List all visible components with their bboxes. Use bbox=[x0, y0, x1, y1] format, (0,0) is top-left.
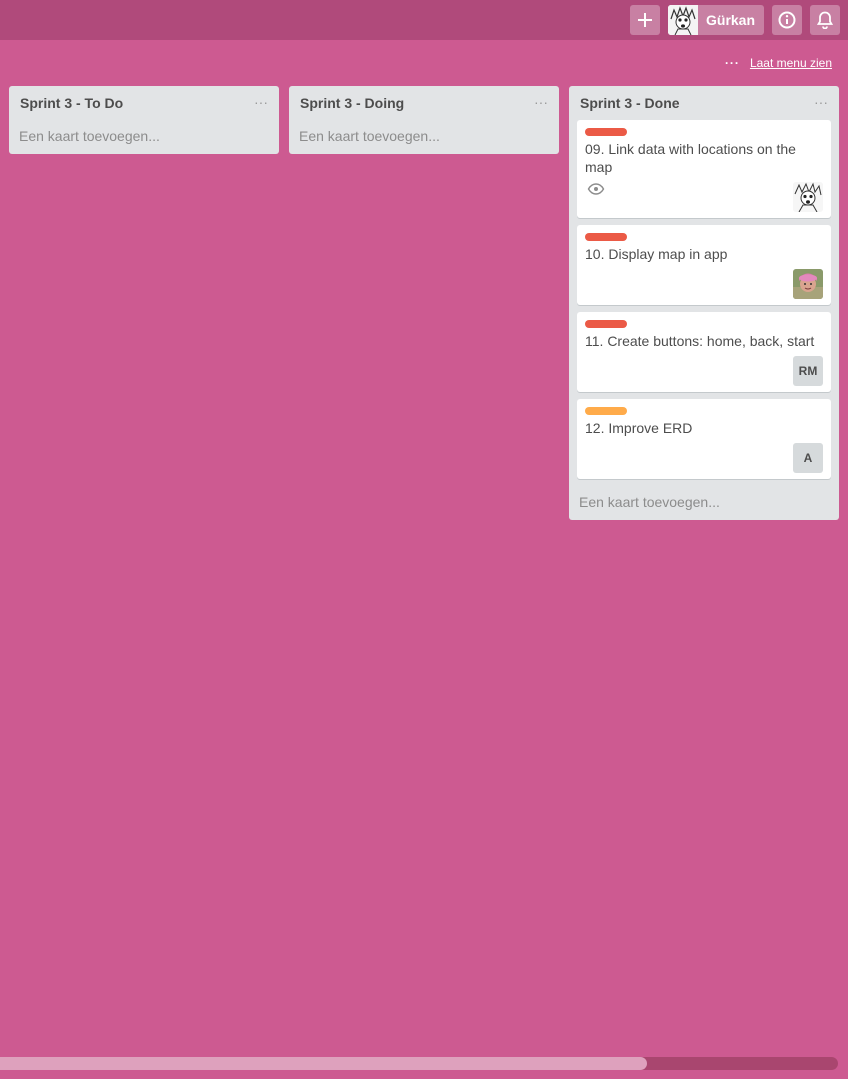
card-title: 09. Link data with locations on the map bbox=[585, 141, 796, 175]
card-item[interactable]: 10. Display map in app bbox=[577, 225, 831, 305]
card-label-red bbox=[585, 128, 627, 136]
card-title: 12. Improve ERD bbox=[585, 420, 693, 436]
card-list: 09. Link data with locations on the map bbox=[569, 120, 839, 479]
list-title: Sprint 3 - Done bbox=[580, 95, 680, 111]
list-menu-icon[interactable]: ··· bbox=[811, 92, 831, 112]
show-menu-link[interactable]: ··· Laat menu zien bbox=[725, 55, 832, 71]
list-header: Sprint 3 - Doing ··· bbox=[289, 86, 559, 120]
card-badges bbox=[585, 263, 823, 299]
card-badges: A bbox=[585, 437, 823, 473]
card-badges bbox=[585, 176, 823, 212]
card-label-red bbox=[585, 233, 627, 241]
card-item[interactable]: 12. Improve ERD A bbox=[577, 399, 831, 479]
list-header: Sprint 3 - Done ··· bbox=[569, 86, 839, 120]
list-menu-icon[interactable]: ··· bbox=[531, 92, 551, 112]
card-badges: RM bbox=[585, 350, 823, 386]
card-member-avatar[interactable] bbox=[793, 269, 823, 299]
header-bar: Gürkan bbox=[0, 0, 848, 40]
add-card-link[interactable]: Een kaart toevoegen... bbox=[569, 486, 839, 520]
card-member-initials[interactable]: RM bbox=[793, 356, 823, 386]
list-header: Sprint 3 - To Do ··· bbox=[9, 86, 279, 120]
card-title: 11. Create buttons: home, back, start bbox=[585, 333, 815, 349]
add-button[interactable] bbox=[630, 5, 660, 35]
watching-eye-icon bbox=[587, 183, 605, 195]
card-member-initials[interactable]: A bbox=[793, 443, 823, 473]
list-doing: Sprint 3 - Doing ··· Een kaart toevoegen… bbox=[289, 86, 559, 154]
card-label-orange bbox=[585, 407, 627, 415]
show-menu-label: Laat menu zien bbox=[749, 56, 832, 70]
more-icon: ··· bbox=[724, 56, 740, 70]
card-member-avatar[interactable] bbox=[793, 182, 823, 212]
card-label-red bbox=[585, 320, 627, 328]
info-button[interactable] bbox=[772, 5, 802, 35]
add-card-link[interactable]: Een kaart toevoegen... bbox=[9, 120, 279, 154]
list-done: Sprint 3 - Done ··· 09. Link data with l… bbox=[569, 86, 839, 520]
list-title: Sprint 3 - Doing bbox=[300, 95, 405, 111]
info-icon bbox=[778, 11, 796, 29]
member-menu-button[interactable]: Gürkan bbox=[668, 5, 764, 35]
list-title: Sprint 3 - To Do bbox=[20, 95, 124, 111]
notifications-button[interactable] bbox=[810, 5, 840, 35]
card-item[interactable]: 09. Link data with locations on the map bbox=[577, 120, 831, 218]
scrollbar-thumb[interactable] bbox=[0, 1057, 647, 1070]
add-card-link[interactable]: Een kaart toevoegen... bbox=[289, 120, 559, 154]
board-horizontal-scrollbar[interactable] bbox=[0, 1057, 838, 1070]
bell-icon bbox=[817, 11, 833, 29]
card-title: 10. Display map in app bbox=[585, 246, 728, 262]
member-name: Gürkan bbox=[706, 12, 756, 28]
list-menu-icon[interactable]: ··· bbox=[251, 92, 271, 112]
plus-icon bbox=[638, 13, 652, 27]
card-item[interactable]: 11. Create buttons: home, back, start RM bbox=[577, 312, 831, 392]
member-avatar bbox=[668, 5, 698, 35]
list-to-do: Sprint 3 - To Do ··· Een kaart toevoegen… bbox=[9, 86, 279, 154]
